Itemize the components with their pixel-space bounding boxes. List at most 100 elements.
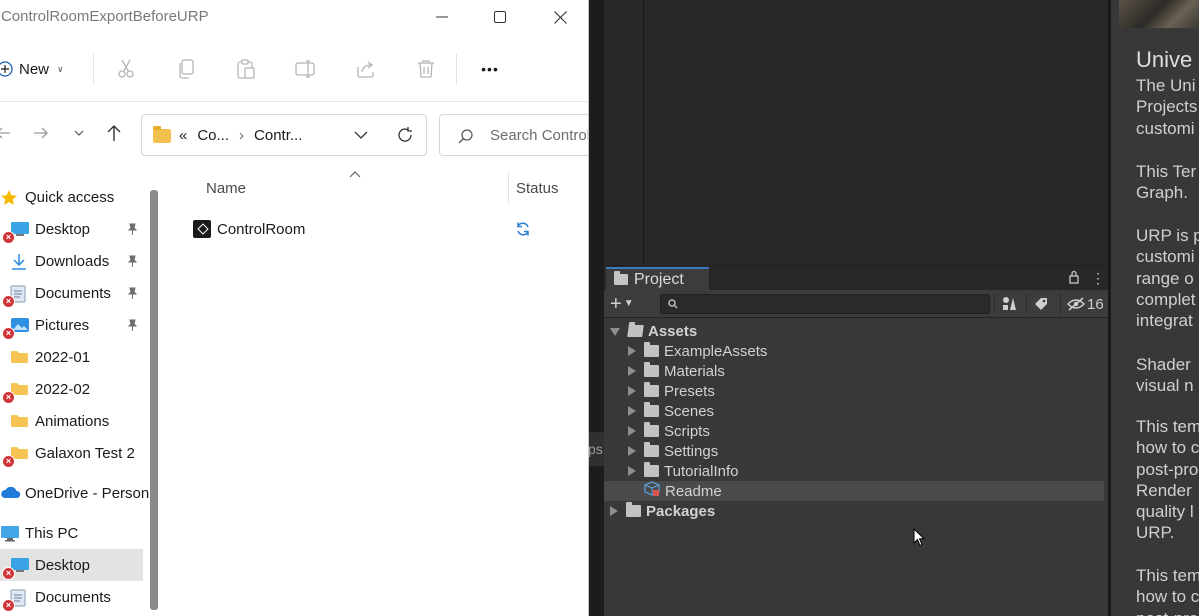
folder-icon: [644, 462, 659, 477]
lock-icon[interactable]: [1069, 270, 1079, 284]
sync-error-icon: ×: [2, 327, 15, 340]
paste-button[interactable]: [235, 58, 257, 80]
folder-icon: [644, 382, 659, 397]
paste-icon: [237, 59, 255, 79]
sync-error-icon: ×: [2, 391, 15, 404]
forward-button[interactable]: [30, 122, 52, 144]
command-separator: [456, 54, 457, 84]
tab-project[interactable]: Project: [606, 267, 709, 290]
navigation-scrollbar[interactable]: [150, 190, 158, 610]
search-by-type-button[interactable]: [994, 294, 1022, 314]
nav-item-galaxon-test-2[interactable]: Galaxon Test 2 ×: [0, 437, 143, 469]
maximize-button[interactable]: [480, 3, 520, 31]
file-name[interactable]: ControlRoom: [217, 221, 305, 238]
expand-arrow-icon[interactable]: [628, 406, 636, 416]
tree-item-presets[interactable]: Presets: [604, 381, 1109, 401]
folder-icon: [644, 442, 659, 457]
nav-item-pictures[interactable]: Pictures ×: [0, 309, 143, 341]
recent-locations-button[interactable]: [68, 122, 90, 144]
nav-item-this-pc[interactable]: This PC: [0, 517, 143, 549]
breadcrumb-item[interactable]: Co...: [197, 127, 229, 144]
share-button[interactable]: [355, 58, 377, 80]
expand-arrow-open-icon[interactable]: [610, 328, 620, 336]
search-by-label-button[interactable]: [1026, 294, 1054, 314]
kebab-menu-icon[interactable]: ⋮: [1091, 270, 1105, 286]
file-list-item[interactable]: ControlRoom: [163, 214, 588, 244]
project-search-input[interactable]: [660, 294, 990, 314]
up-button[interactable]: [103, 122, 125, 144]
back-button[interactable]: [0, 122, 14, 144]
expand-arrow-icon[interactable]: [628, 366, 636, 376]
create-button[interactable]: + ▼: [610, 294, 646, 314]
close-button[interactable]: [540, 3, 580, 31]
rename-button[interactable]: [295, 58, 317, 80]
cut-button[interactable]: [115, 58, 137, 80]
expand-arrow-icon[interactable]: [628, 346, 636, 356]
column-divider[interactable]: [508, 172, 509, 204]
nav-item-onedrive-person[interactable]: OneDrive - Person: [0, 477, 149, 509]
expand-arrow-icon[interactable]: [628, 446, 636, 456]
tree-item-assets[interactable]: Assets: [604, 321, 1109, 341]
nav-item-2022-02[interactable]: 2022-02 ×: [0, 373, 143, 405]
expand-arrow-icon[interactable]: [610, 506, 618, 516]
onedrive-icon: [0, 485, 21, 500]
column-header-status[interactable]: Status: [516, 180, 559, 197]
project-toolbar: + ▼ 16: [604, 290, 1109, 318]
caret-down-icon: ▼: [623, 298, 634, 309]
nav-item-documents[interactable]: Documents ×: [0, 277, 143, 309]
expand-arrow-icon[interactable]: [628, 426, 636, 436]
chevron-down-icon[interactable]: [354, 128, 368, 142]
copy-icon: [179, 59, 194, 79]
refresh-icon[interactable]: [396, 126, 414, 144]
nav-item-downloads[interactable]: Downloads: [0, 245, 143, 277]
nav-item-desktop[interactable]: Desktop ×: [0, 213, 143, 245]
unity-icon: [193, 220, 211, 238]
tree-item-readme[interactable]: Readme: [604, 481, 1104, 501]
breadcrumb-separator: ›: [239, 127, 245, 144]
search-input[interactable]: Search ControlRoom: [490, 127, 588, 144]
tree-item-settings[interactable]: Settings: [604, 441, 1109, 461]
breadcrumb-overflow[interactable]: «: [179, 127, 187, 144]
nav-item-quick-access[interactable]: Quick access: [0, 181, 143, 213]
tag-icon: [1034, 298, 1047, 310]
tree-item-scenes[interactable]: Scenes: [604, 401, 1109, 421]
delete-button[interactable]: [415, 58, 437, 80]
search-icon: [458, 129, 473, 144]
expand-arrow-icon[interactable]: [628, 386, 636, 396]
title-bar[interactable]: ControlRoomExportBeforeURP: [0, 0, 588, 34]
pin-icon[interactable]: [126, 255, 138, 272]
command-separator: [93, 54, 94, 84]
pin-icon[interactable]: [126, 287, 138, 304]
expand-arrow-icon[interactable]: [628, 466, 636, 476]
tree-item-scripts[interactable]: Scripts: [604, 421, 1109, 441]
nav-item-documents[interactable]: Documents ×: [0, 581, 143, 613]
mouse-cursor-icon: [913, 528, 925, 547]
tree-item-materials[interactable]: Materials: [604, 361, 1109, 381]
tree-item-label: ExampleAssets: [664, 342, 768, 360]
tree-item-exampleassets[interactable]: ExampleAssets: [604, 341, 1109, 361]
search-box[interactable]: Search ControlRoom: [439, 114, 588, 156]
trash-icon: [418, 60, 434, 78]
see-more-button[interactable]: •••: [479, 58, 501, 80]
pin-icon[interactable]: [126, 223, 138, 240]
new-button[interactable]: New ∨: [0, 58, 64, 80]
nav-item-desktop[interactable]: Desktop ×: [0, 549, 143, 581]
tree-item-label: Presets: [664, 382, 715, 400]
new-button-label: New: [19, 60, 50, 78]
scene-view[interactable]: [604, 0, 1110, 265]
tree-item-packages[interactable]: Packages: [604, 501, 1109, 521]
nav-item-label: OneDrive - Person: [25, 484, 150, 502]
minimize-button[interactable]: [422, 3, 462, 31]
hidden-packages-toggle[interactable]: 16: [1060, 294, 1108, 314]
address-bar[interactable]: « Co... › Contr...: [141, 114, 427, 156]
nav-item-animations[interactable]: Animations: [0, 405, 143, 437]
column-header-name[interactable]: Name: [206, 180, 246, 197]
tree-item-tutorialinfo[interactable]: TutorialInfo: [604, 461, 1109, 481]
tree-item-label: Assets: [648, 322, 698, 340]
copy-button[interactable]: [175, 58, 197, 80]
nav-item-2022-01[interactable]: 2022-01: [0, 341, 143, 373]
download-icon: [10, 253, 28, 270]
breadcrumb-item[interactable]: Contr...: [254, 127, 302, 144]
pin-icon[interactable]: [126, 319, 138, 336]
unity-strip-tab-fragment[interactable]: ps: [588, 432, 604, 466]
